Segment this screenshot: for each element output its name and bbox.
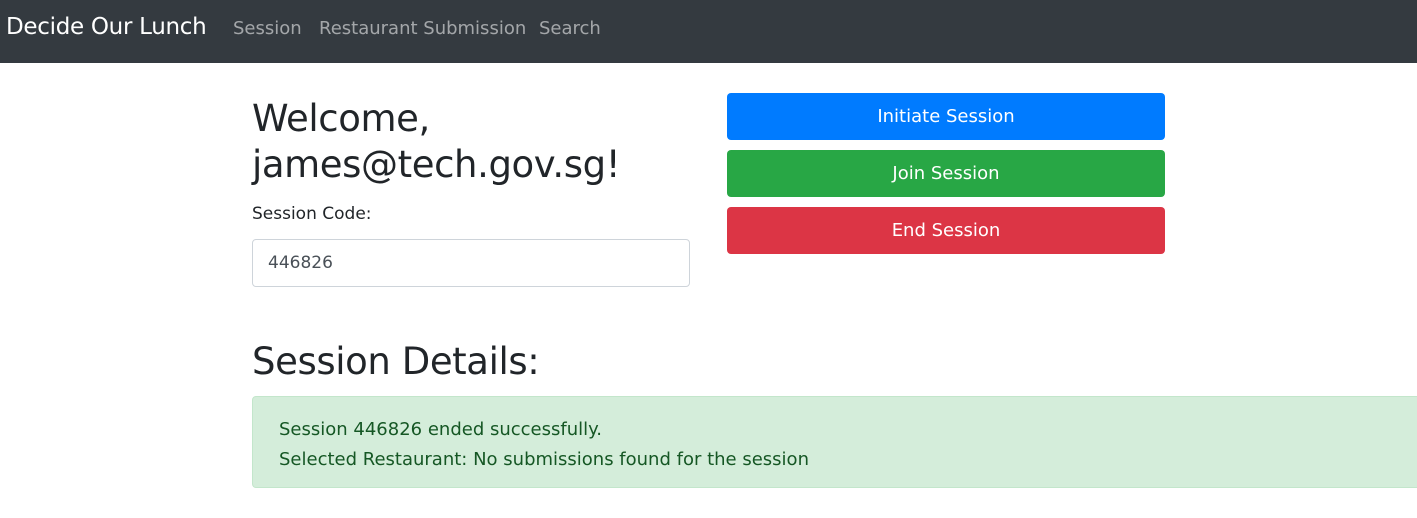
session-code-label: Session Code: — [252, 204, 372, 224]
initiate-session-button[interactable]: Initiate Session — [727, 93, 1165, 140]
nav-link-restaurant-submission[interactable]: Restaurant Submission — [319, 18, 526, 39]
end-session-button[interactable]: End Session — [727, 207, 1165, 254]
session-ended-message: Session 446826 ended successfully. — [279, 419, 602, 440]
nav-link-search[interactable]: Search — [539, 18, 601, 39]
session-code-input[interactable] — [252, 239, 690, 287]
welcome-greeting: Welcome, — [252, 97, 430, 140]
nav-link-session[interactable]: Session — [233, 18, 302, 39]
welcome-heading: Welcome, james@tech.gov.sg! — [252, 96, 692, 188]
session-details-heading: Session Details: — [252, 340, 540, 383]
selected-restaurant-message: Selected Restaurant: No submissions foun… — [279, 449, 809, 470]
session-status-alert: Session 446826 ended successfully. Selec… — [252, 396, 1417, 488]
join-session-button[interactable]: Join Session — [727, 150, 1165, 197]
navbar: Decide Our Lunch Session Restaurant Subm… — [0, 0, 1417, 63]
navbar-brand[interactable]: Decide Our Lunch — [6, 14, 207, 40]
welcome-user-email: james@tech.gov.sg! — [252, 143, 621, 186]
